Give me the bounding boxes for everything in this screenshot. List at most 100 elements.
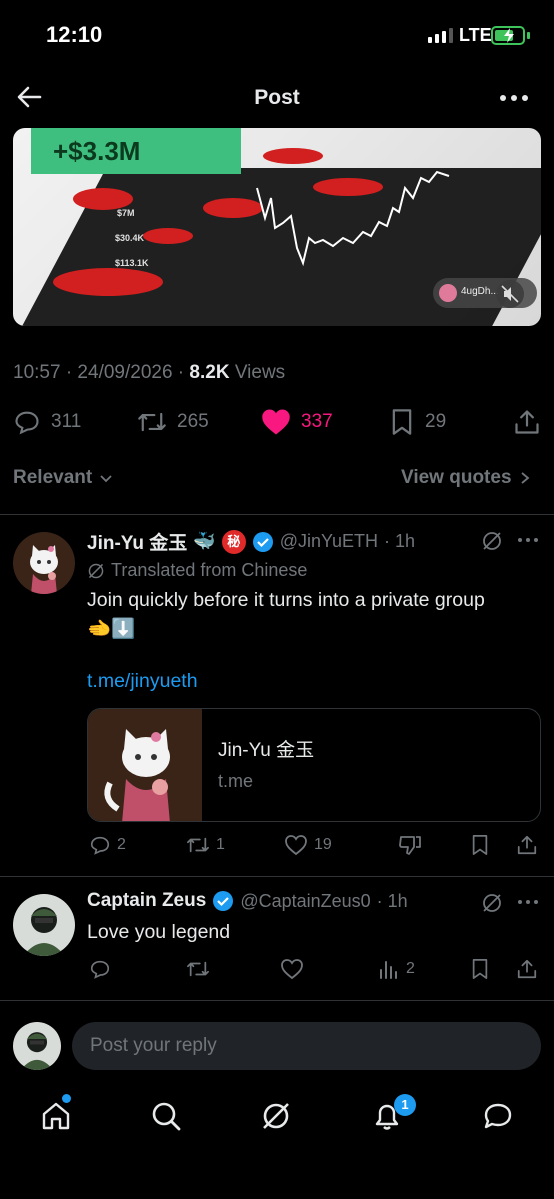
divider (0, 1000, 554, 1001)
repost-icon (187, 837, 209, 853)
reply-button[interactable]: 311 (13, 408, 81, 436)
chevron-down-icon (100, 475, 112, 483)
more-options-icon[interactable] (516, 892, 540, 917)
reply-button[interactable]: 2 (89, 834, 126, 856)
bookmark-button[interactable] (470, 834, 490, 856)
reply-count: 311 (51, 411, 82, 432)
bookmark-count: 29 (425, 411, 447, 432)
home-tab-icon[interactable] (40, 1100, 72, 1137)
more-options-icon[interactable] (516, 530, 540, 555)
thumbs-down-icon (399, 836, 421, 855)
signal-icon (428, 28, 453, 43)
repost-button[interactable] (186, 958, 210, 980)
avatar[interactable] (13, 532, 75, 594)
grok-icon[interactable] (481, 892, 503, 919)
like-button[interactable]: 19 (284, 834, 332, 856)
repost-icon (138, 412, 166, 432)
secret-icon: 秘 (221, 529, 246, 554)
home-notification-dot (62, 1094, 71, 1103)
reply-icon (15, 411, 39, 435)
battery-cap (527, 32, 530, 39)
video-red-blob (263, 148, 323, 164)
author-handle[interactable]: @CaptainZeus0 (240, 891, 370, 912)
avatar[interactable] (13, 894, 75, 956)
network-label: LTE (459, 25, 492, 45)
reply-input[interactable]: Post your reply (72, 1022, 541, 1070)
verified-badge-icon (213, 891, 234, 911)
notifications-badge: 1 (394, 1094, 416, 1116)
telegram-link[interactable]: t.me/jinyueth (87, 670, 198, 693)
share-icon (515, 410, 539, 434)
grok-tab-icon[interactable] (260, 1100, 292, 1137)
post-meta: 10:57 · 24/09/2026 · 8.2K Views (13, 362, 285, 384)
more-options-icon[interactable] (498, 84, 530, 112)
bookmark-button[interactable] (470, 958, 490, 980)
reply-icon (90, 960, 110, 979)
translated-note[interactable]: Translated from Chinese (87, 560, 307, 581)
view-quotes-link[interactable]: View quotes (401, 467, 532, 489)
heart-icon (281, 959, 303, 980)
page-title: Post (254, 86, 300, 109)
chevron-right-icon (520, 472, 529, 484)
like-count: 337 (301, 411, 333, 432)
card-domain: t.me (218, 771, 254, 791)
share-button[interactable] (516, 958, 538, 980)
reply-header: Captain Zeus @CaptainZeus0 · 1h (87, 890, 408, 912)
reply-placeholder: Post your reply (90, 1035, 217, 1056)
heart-icon (285, 835, 307, 856)
video-value-box: +$3.3M (31, 128, 241, 174)
mute-icon[interactable] (496, 280, 524, 308)
like-button[interactable]: 337 (261, 408, 333, 436)
reply-time: · 1h (384, 531, 416, 551)
sort-relevant-dropdown[interactable]: Relevant (13, 467, 114, 489)
reply-button[interactable] (89, 958, 111, 980)
video-red-blob (143, 228, 193, 244)
author-name[interactable]: Jin-Yu 金玉 (87, 528, 187, 555)
like-button[interactable] (280, 958, 304, 980)
author-handle[interactable]: @JinYuETH (280, 531, 378, 552)
video-red-blob (73, 188, 133, 210)
grok-icon[interactable] (481, 530, 503, 557)
reply-header: Jin-Yu 金玉 🐳 秘 @JinYuETH · 1h (87, 528, 415, 555)
video-badge-text: 4ugDh... (461, 286, 499, 297)
messages-tab-icon[interactable] (482, 1100, 514, 1137)
downvote-button[interactable] (398, 834, 422, 856)
bookmark-icon (472, 835, 488, 855)
reply-icon (90, 836, 110, 855)
whale-icon: 🐳 (193, 531, 216, 551)
heart-filled-icon (262, 409, 290, 435)
my-avatar[interactable] (13, 1022, 61, 1070)
card-title: Jin-Yu 金玉 (218, 740, 315, 761)
views-label: Views (229, 362, 286, 383)
search-tab-icon[interactable] (150, 1100, 182, 1137)
repost-button[interactable]: 265 (137, 408, 209, 436)
share-icon (517, 835, 537, 855)
repost-icon (187, 961, 209, 977)
views-count: 8.2K (189, 362, 230, 383)
battery-icon (491, 26, 525, 45)
post-actions: 311 265 337 29 (13, 402, 541, 442)
share-button[interactable] (516, 834, 538, 856)
views-count: 2 (406, 960, 415, 977)
author-name[interactable]: Captain Zeus (87, 890, 206, 912)
post-video[interactable]: +$3.3M $7M $30.4K $113.1K 4ugDh... (13, 128, 541, 326)
card-thumbnail (88, 709, 202, 821)
post-timestamp: 10:57 · 24/09/2026 · (13, 362, 190, 383)
translated-label: Translated from Chinese (111, 560, 308, 580)
reply-body: Love you legend (87, 921, 231, 943)
repost-button[interactable]: 1 (186, 834, 225, 856)
bookmark-button[interactable]: 29 (389, 408, 446, 436)
views-button[interactable]: 2 (378, 958, 415, 980)
reply-body: Join quickly before it turns into a priv… (87, 589, 485, 611)
link-preview-card[interactable]: Jin-Yu 金玉 t.me (87, 708, 541, 822)
repost-count: 1 (216, 836, 225, 853)
video-label: $30.4K (115, 233, 145, 243)
divider (0, 876, 554, 877)
bookmark-icon (472, 959, 488, 979)
share-button[interactable] (513, 408, 541, 436)
reply-emoji: 🫲⬇️ (87, 618, 136, 640)
reply-time: · 1h (376, 890, 408, 911)
video-price-line (256, 170, 450, 267)
view-quotes-label: View quotes (401, 467, 512, 488)
repost-count: 265 (177, 411, 209, 432)
